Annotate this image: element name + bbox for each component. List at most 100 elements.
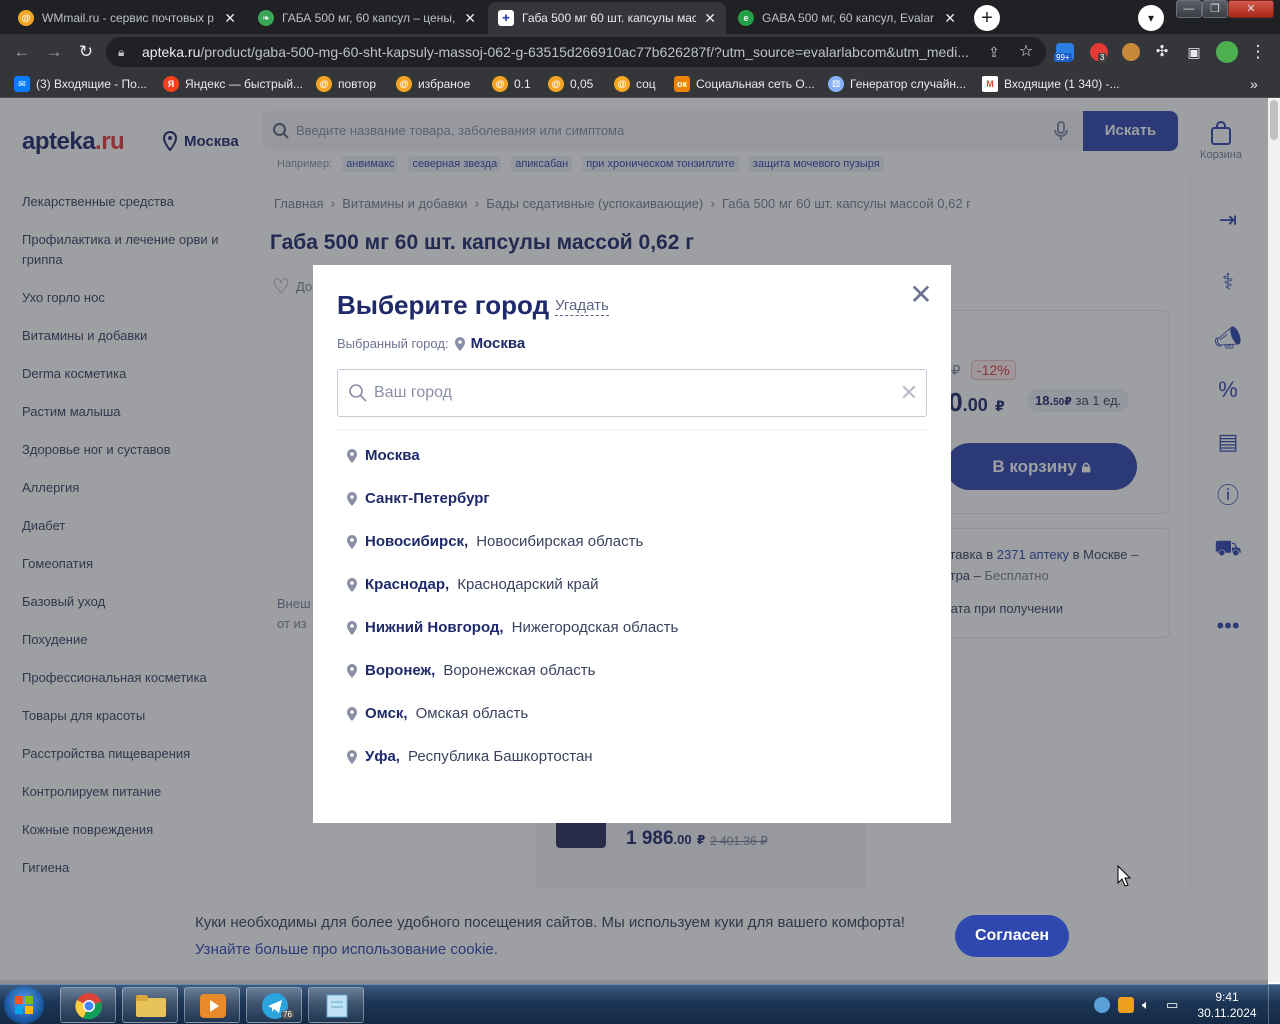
city-option[interactable]: Краснодар, Краснодарский край [347,576,927,619]
evalar-leaf-icon: e [738,10,754,26]
city-search-field[interactable]: ✕ [337,369,927,417]
minimize-button[interactable]: — [1176,0,1202,18]
extension-badge-count: 3 [1098,53,1107,62]
close-tab-icon[interactable]: ✕ [224,10,236,27]
bookmark-item[interactable]: @ соц [614,75,656,93]
address-bar[interactable]: 🔒︎ apteka.ru/product/gaba-500-mg-60-sht-… [106,37,1046,67]
city-option[interactable]: Омск, Омская область [347,705,927,748]
city-search-input[interactable] [374,380,894,406]
bookmark-item[interactable]: @0,05 [548,75,593,93]
bookmarks-overflow-icon[interactable]: » [1250,75,1258,93]
bookmark-item[interactable]: ⚄ Генератор случайн... [828,75,966,93]
close-tab-icon[interactable]: ✕ [944,10,956,27]
city-option-name: Нижний Новгород, [365,619,504,636]
share-icon[interactable]: ⇪ [984,42,1004,62]
city-option[interactable]: Санкт-Петербург [347,490,927,533]
location-pin-icon [347,621,357,635]
tray-app-icon[interactable] [1118,997,1134,1013]
taskbar-telegram[interactable]: 76 [246,987,302,1023]
action-center-icon[interactable]: ▭ [1166,997,1182,1013]
guess-city-link[interactable]: Угадать [555,297,609,316]
forward-icon[interactable]: → [44,42,64,62]
bookmark-label: Входящие (1 340) -... [1004,77,1120,91]
browser-menu-icon[interactable]: ⋮ [1248,42,1268,62]
city-option-region: Новосибирская область [476,533,644,550]
new-tab-button[interactable]: + [974,5,1000,31]
city-option[interactable]: Москва [347,447,927,490]
location-pin-icon [347,535,357,549]
close-window-button[interactable]: ✕ [1228,0,1274,18]
clear-input-icon[interactable]: ✕ [898,382,920,404]
cookie-extension-icon[interactable] [1122,43,1140,61]
extensions-puzzle-icon[interactable]: ✣ [1152,42,1172,62]
bookmark-item[interactable]: @ избраное [396,75,470,93]
cookie-agree-button[interactable]: Согласен [955,915,1069,957]
city-option[interactable]: Уфа, Республика Башкортостан [347,748,927,791]
profile-avatar[interactable] [1216,41,1238,63]
volume-icon[interactable]: 🔈︎ [1142,997,1158,1013]
search-icon [349,384,367,402]
bookmark-item[interactable]: M Входящие (1 340) -... [982,75,1120,93]
divider [337,429,927,430]
city-option[interactable]: Воронеж, Воронежская область [347,662,927,705]
selected-city-label: Выбранный город: [337,336,449,351]
city-option-name: Москва [365,447,420,464]
reload-icon[interactable]: ↻ [76,42,96,62]
city-list: Москва Санкт-Петербург Новосибирск, Новос… [347,447,927,791]
tab-search-button[interactable]: ▾ [1138,5,1164,31]
city-option-region: Краснодарский край [457,576,599,593]
bookmark-label: повтор [338,77,376,91]
scrollbar-thumb[interactable] [1270,100,1278,140]
browser-tab-apteka[interactable]: ✚ Габа 500 мг 60 шт. капсулы масс ✕ [488,2,726,34]
browser-tab-evalar[interactable]: e GABA 500 мг, 60 капсул, Evalar L ✕ [728,2,966,34]
bookmark-item[interactable]: ок Социальная сеть О... [674,75,815,93]
taskbar-media-player[interactable] [184,987,240,1023]
bookmark-item[interactable]: Я Яндекс — быстрый... [163,75,303,93]
location-pin-icon [347,707,357,721]
city-option[interactable]: Нижний Новгород, Нижегородская область [347,619,927,662]
bookmark-label: Социальная сеть О... [696,77,815,91]
close-tab-icon[interactable]: ✕ [464,10,476,27]
bookmark-item[interactable]: @ повтор [316,75,376,93]
tab-title: Габа 500 мг 60 шт. капсулы масс [522,11,697,25]
media-player-icon [200,994,226,1018]
city-option-name: Омск, [365,705,408,722]
network-globe-icon[interactable] [1094,997,1110,1013]
bookmark-star-icon[interactable]: ☆ [1016,42,1036,62]
chrome-icon [75,993,102,1020]
maximize-button[interactable]: ❐ [1202,0,1228,18]
bookmark-item[interactable]: @0.1 [492,75,531,93]
selected-city-row: Выбранный город: Москва [337,335,525,352]
browser-tab-bar: @ WMmail.ru - сервис почтовых р ✕ ❧ ГАБА… [0,0,1280,34]
city-option-name: Уфа, [365,748,400,765]
city-option[interactable]: Новосибирск, Новосибирская область [347,533,927,576]
adblock-extension-icon[interactable]: 3 [1090,43,1108,62]
tab-title: WMmail.ru - сервис почтовых р [42,11,214,25]
dice-icon: ⚄ [828,76,844,92]
city-option-region: Нижегородская область [511,619,679,636]
taskbar-notepad[interactable] [308,987,364,1023]
side-panel-icon[interactable]: ▣ [1184,42,1204,62]
modal-title: Выберите город [337,290,550,320]
browser-tab-gaba-reviews[interactable]: ❧ ГАБА 500 мг, 60 капсул – цены, о ✕ [248,2,486,34]
lock-icon: 🔒︎ [118,45,125,59]
wmmail-icon: @ [548,76,564,92]
extension-badge-icon[interactable]: 99+ [1054,43,1074,62]
close-icon[interactable]: ✕ [909,281,933,309]
taskbar-explorer[interactable] [122,987,178,1023]
system-clock[interactable]: 9:41 30.11.2024 [1196,989,1258,1021]
close-tab-icon[interactable]: ✕ [704,10,716,27]
mail-icon: ✉ [14,76,30,92]
folder-icon [136,995,166,1017]
location-pin-icon [347,664,357,678]
location-pin-icon [454,336,465,351]
browser-tab-wmmail[interactable]: @ WMmail.ru - сервис почтовых р ✕ [8,2,246,34]
bookmark-item[interactable]: ✉ (3) Входящие - По... [14,75,147,93]
start-button[interactable] [4,986,44,1024]
show-desktop-button[interactable] [1268,985,1280,1024]
telegram-badge: 76 [281,1010,294,1019]
page-scrollbar[interactable] [1268,98,1280,982]
city-option-name: Санкт-Петербург [365,490,490,507]
taskbar-chrome[interactable] [60,987,116,1023]
back-icon[interactable]: ← [12,42,32,62]
